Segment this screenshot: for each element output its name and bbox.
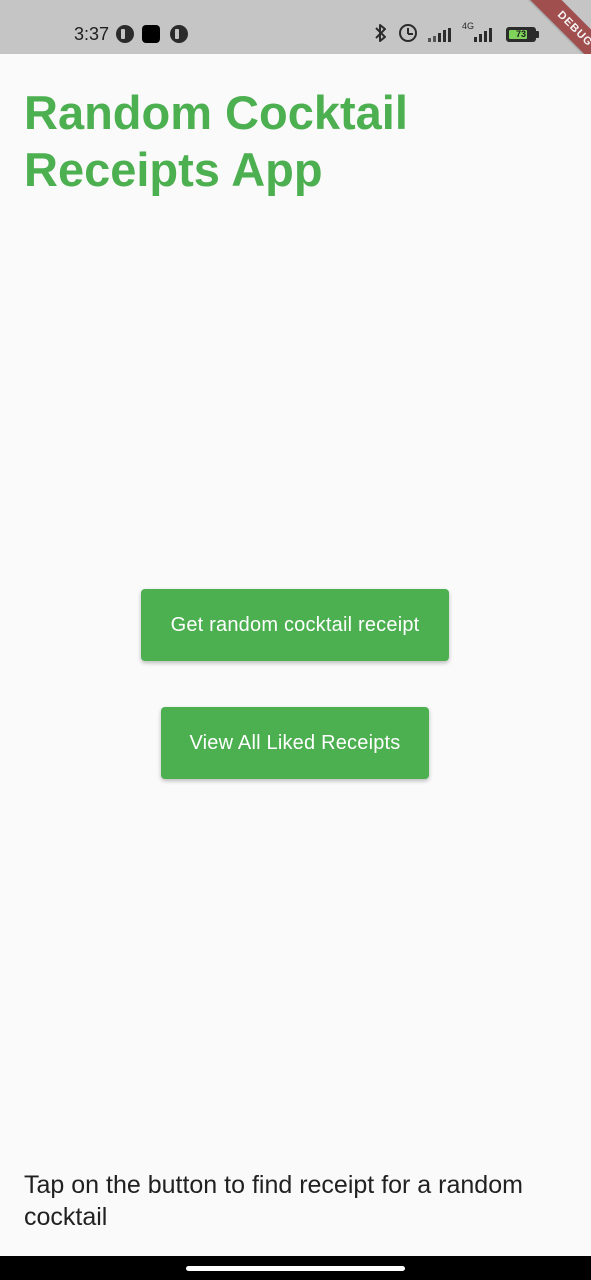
app-notification-icon bbox=[170, 25, 188, 43]
home-indicator[interactable] bbox=[186, 1266, 405, 1271]
status-bar: 3:37 4G 73 DEBUG bbox=[0, 0, 591, 54]
signal-icon bbox=[474, 28, 492, 42]
battery-level: 73 bbox=[515, 29, 526, 39]
get-random-cocktail-button[interactable]: Get random cocktail receipt bbox=[141, 589, 449, 661]
network-type-label: 4G bbox=[462, 21, 475, 31]
app-notification-icon bbox=[116, 25, 134, 43]
square-notification-icon bbox=[142, 25, 160, 43]
page-title: Random Cocktail Receipts App bbox=[24, 86, 408, 196]
alarm-icon bbox=[399, 24, 417, 42]
hint-text: Tap on the button to find receipt for a … bbox=[24, 1171, 523, 1231]
bluetooth-icon bbox=[374, 22, 388, 49]
signal-icon bbox=[428, 28, 451, 42]
navigation-bar bbox=[0, 1256, 591, 1280]
view-liked-receipts-button[interactable]: View All Liked Receipts bbox=[161, 707, 429, 779]
battery-icon: 73 bbox=[506, 27, 536, 42]
battery-tip bbox=[536, 31, 539, 38]
status-time: 3:37 bbox=[74, 24, 110, 44]
